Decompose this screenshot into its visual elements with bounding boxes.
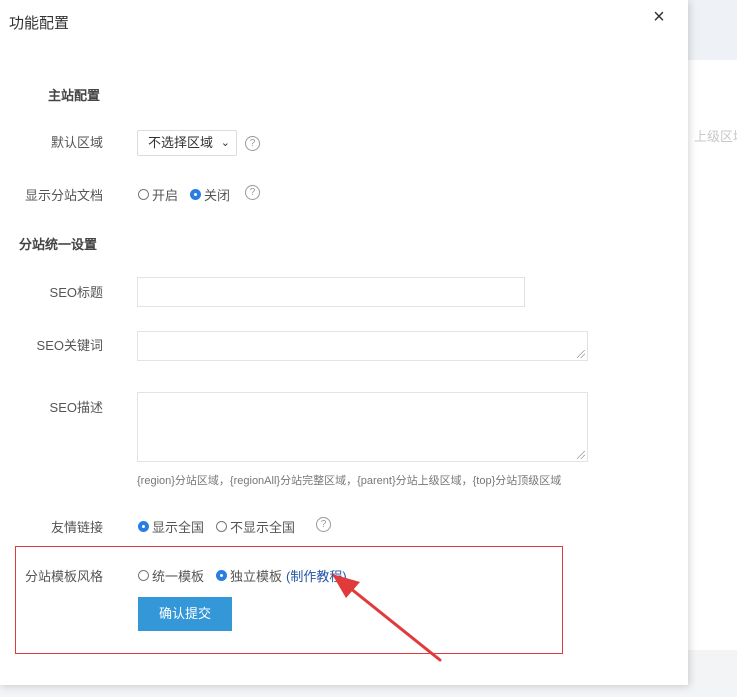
- config-modal: 功能配置 × 主站配置 默认区域 不选择区域 ⌄ ? 显示分站文档 开启 关闭 …: [0, 0, 688, 685]
- background-panel: [688, 60, 737, 650]
- friend-links-radio-group: 显示全国 不显示全国: [138, 517, 307, 536]
- question-circle-icon[interactable]: ?: [245, 185, 260, 200]
- seo-title-input[interactable]: [137, 277, 525, 307]
- chevron-down-icon: ⌄: [220, 137, 230, 149]
- show-doc-radio-off[interactable]: [190, 189, 202, 200]
- show-doc-option-on[interactable]: 开启: [152, 185, 178, 204]
- arrow-icon: [332, 574, 442, 662]
- question-circle-icon[interactable]: ?: [245, 136, 260, 151]
- seo-description-textarea[interactable]: [137, 392, 588, 462]
- seo-keywords-label: SEO关键词: [36, 338, 103, 353]
- seo-keywords-textarea[interactable]: [137, 331, 588, 361]
- seo-title-label: SEO标题: [49, 285, 103, 300]
- default-region-label: 默认区域: [50, 135, 103, 150]
- close-icon[interactable]: ×: [648, 6, 670, 28]
- default-region-value: 不选择区域: [148, 135, 214, 150]
- section-title-main-site: 主站配置: [48, 88, 101, 103]
- background-parent-region-label: 上级区域: [694, 129, 737, 144]
- resize-handle-icon[interactable]: [577, 350, 585, 358]
- modal-title: 功能配置: [9, 15, 70, 32]
- show-doc-option-off[interactable]: 关闭: [204, 185, 230, 204]
- friend-links-radio-hide[interactable]: [216, 521, 228, 532]
- seo-description-label: SEO描述: [49, 400, 103, 415]
- friend-links-radio-show[interactable]: [138, 521, 149, 532]
- show-doc-radio-on[interactable]: [138, 189, 149, 200]
- annotation-highlight-box: [15, 546, 563, 654]
- friend-links-option-hide[interactable]: 不显示全国: [230, 517, 295, 536]
- background-header-strip: [688, 0, 737, 60]
- seo-variable-hint: {region}分站区域，{regionAll}分站完整区域，{parent}分…: [137, 475, 562, 487]
- friend-links-label: 友情链接: [50, 520, 103, 535]
- section-title-substation: 分站统一设置: [19, 237, 98, 252]
- resize-handle-icon[interactable]: [577, 451, 585, 459]
- show-doc-label: 显示分站文档: [24, 188, 103, 203]
- question-circle-icon[interactable]: ?: [316, 517, 331, 532]
- default-region-select[interactable]: 不选择区域 ⌄: [137, 130, 237, 156]
- show-doc-radio-group: 开启 关闭: [138, 185, 242, 204]
- friend-links-option-show[interactable]: 显示全国: [152, 517, 204, 536]
